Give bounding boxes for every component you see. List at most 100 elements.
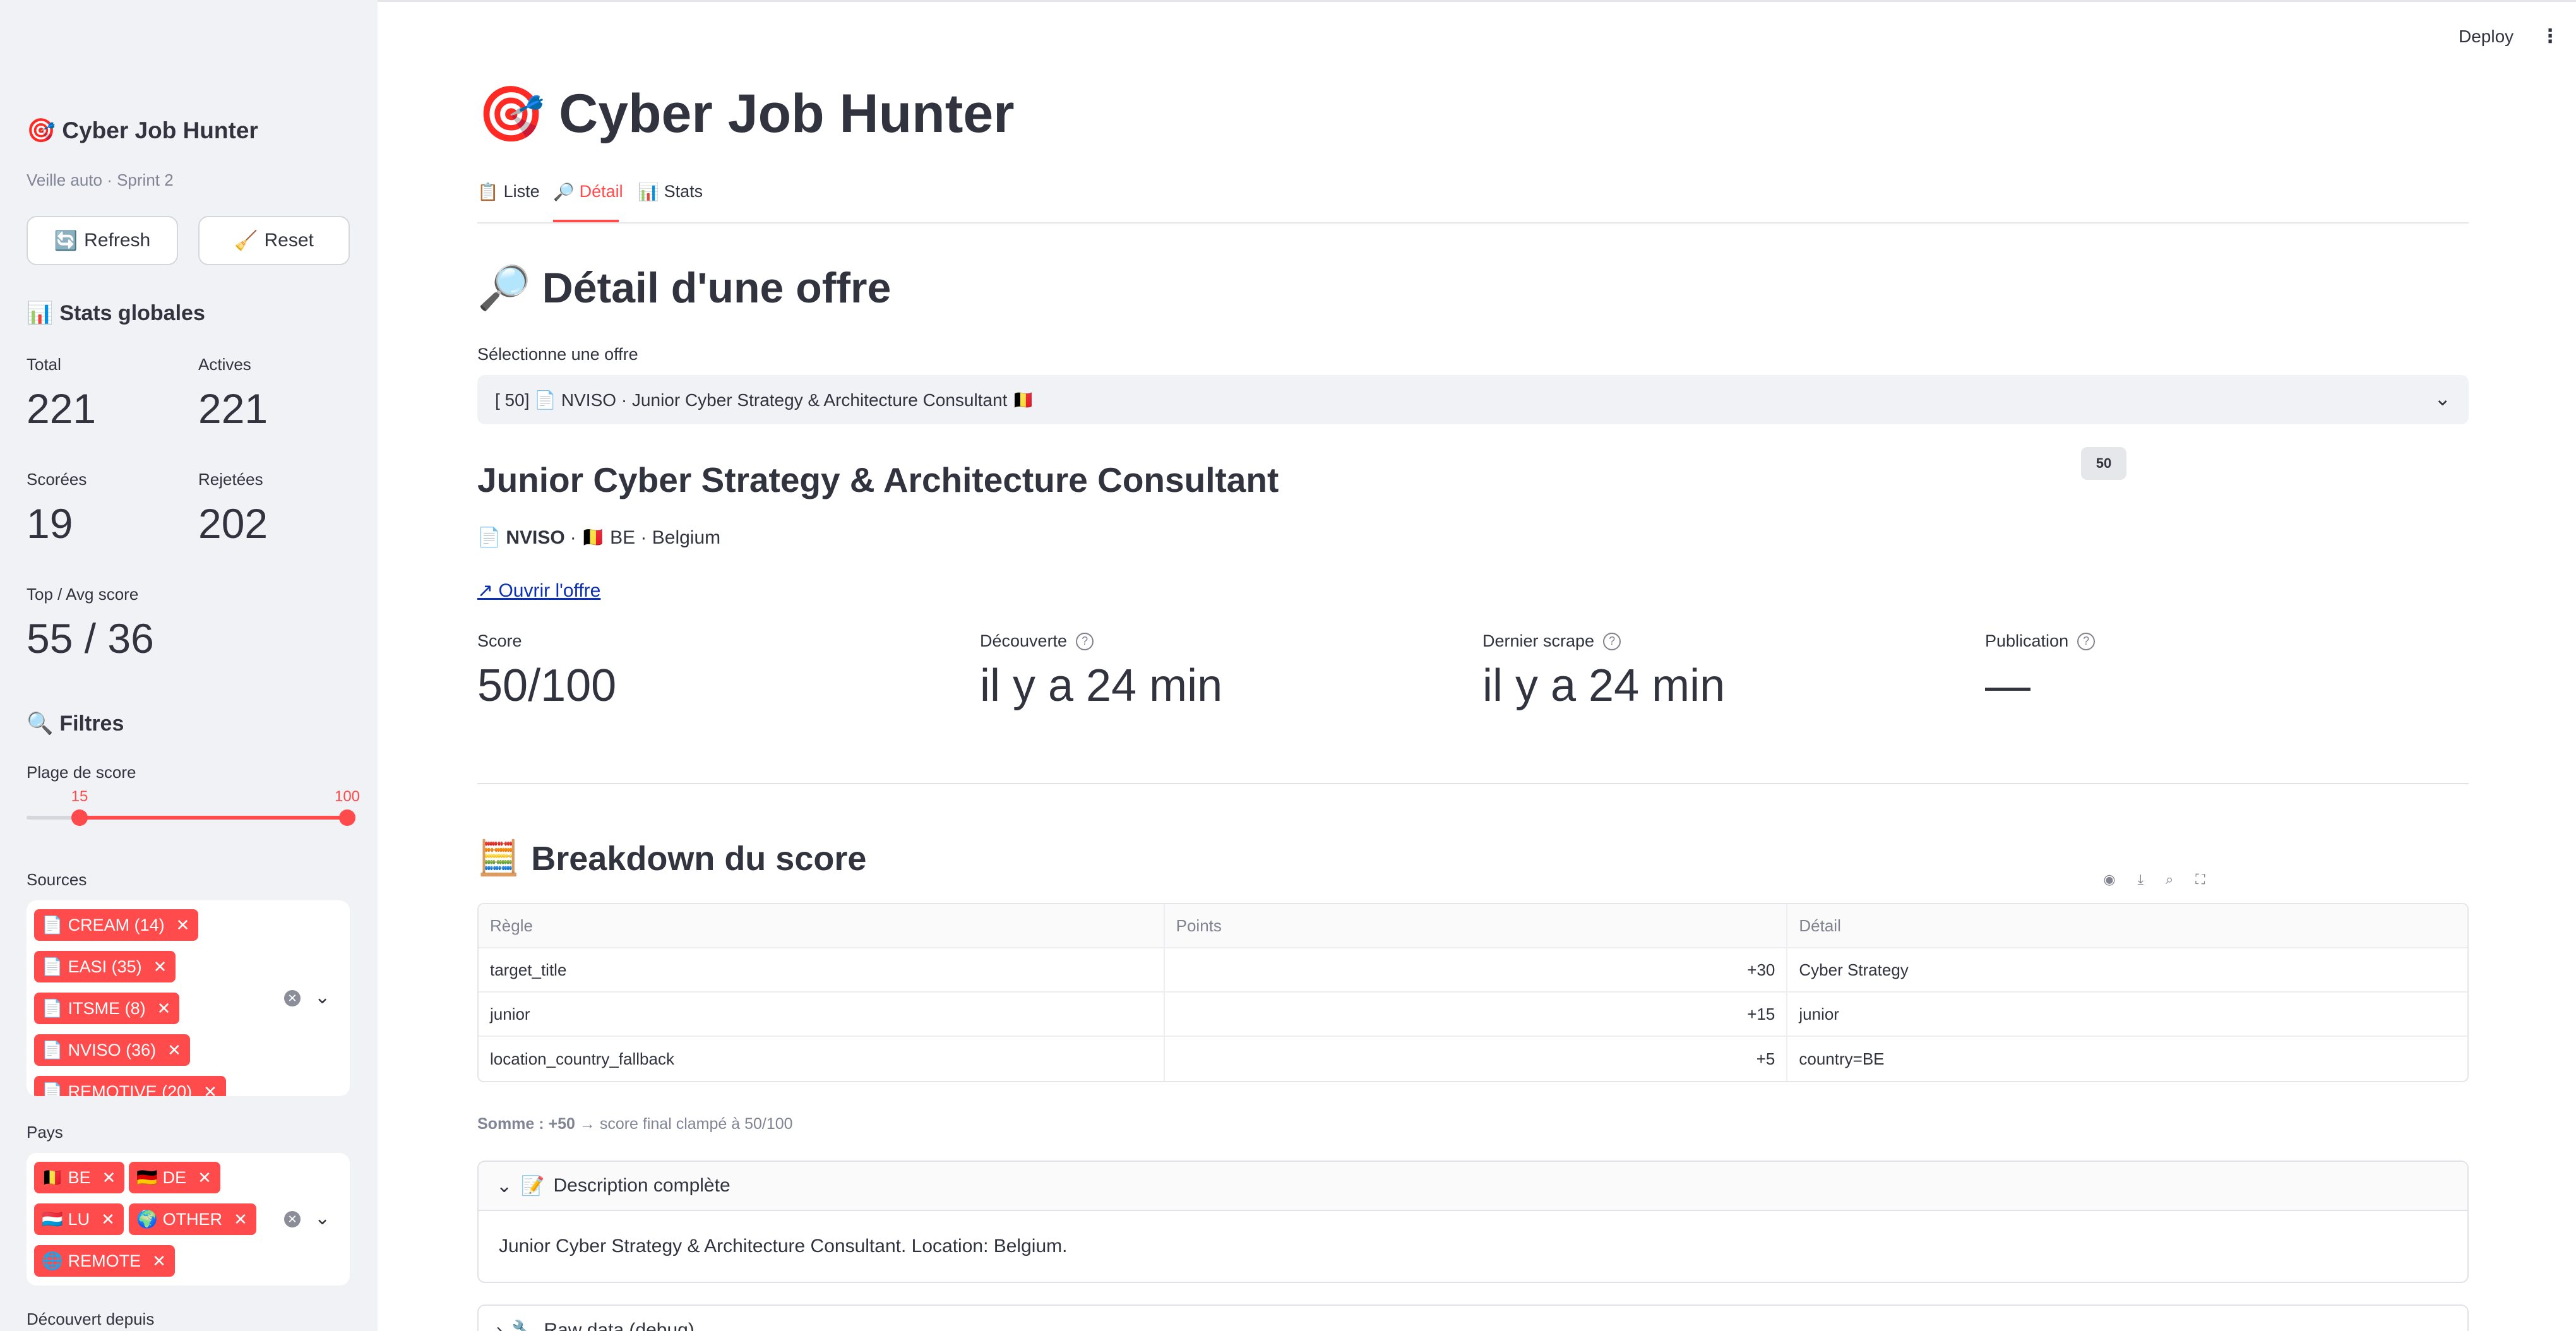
table-cell[interactable]: +5	[1165, 1037, 1788, 1081]
sidebar-app-title-text: Cyber Job Hunter	[62, 117, 258, 143]
tab-liste[interactable]: 📋 Liste	[477, 182, 540, 202]
chip-label: CREAM (14)	[68, 915, 165, 934]
sources-multiselect[interactable]: 📄 CREAM (14) ✕ 📄 EASI (35) ✕ 📄 ITSME (8) ✕ 📄 NV…	[27, 900, 350, 1096]
metric-score-label: Score	[477, 631, 522, 651]
chip-label: BE	[68, 1167, 91, 1187]
help-icon[interactable]: ?	[1076, 632, 1094, 650]
job-location: BE · Belgium	[610, 527, 721, 548]
target-icon: 🎯	[477, 84, 546, 145]
table-cell[interactable]: +15	[1165, 993, 1788, 1036]
clear-icon[interactable]: ✕	[284, 990, 301, 1006]
close-icon[interactable]: ✕	[167, 1041, 181, 1060]
pays-multiselect[interactable]: 🇧🇪 BE ✕ 🇩🇪 DE ✕ 🇱🇺 LU ✕ 🌍 OTHER ✕ 🌐 REMOTE ✕ ✕ ⌄	[27, 1153, 350, 1286]
score-range-high-handle[interactable]	[339, 809, 355, 826]
chip-country-other[interactable]: 🌍 OTHER ✕	[129, 1203, 256, 1235]
raw-data-expander-header[interactable]: › 🔧 Raw data (debug)	[479, 1306, 2467, 1331]
stats-heading: 📊 Stats globales	[27, 301, 205, 326]
description-expander-header[interactable]: ⌄ 📝 Description complète	[479, 1162, 2467, 1211]
chip-label: EASI (35)	[68, 957, 142, 976]
chevron-down-icon[interactable]: ⌄	[2434, 386, 2451, 410]
score-range-slider[interactable]	[27, 809, 355, 826]
table-cell[interactable]: target_title	[479, 948, 1165, 991]
flag-de-icon: 🇩🇪	[136, 1168, 158, 1187]
chip-country-remote[interactable]: 🌐 REMOTE ✕	[34, 1245, 175, 1277]
detail-heading: 🔎 Détail d'une offre	[477, 263, 891, 313]
raw-data-expander: › 🔧 Raw data (debug)	[477, 1304, 2469, 1331]
clear-icon[interactable]: ✕	[284, 1211, 301, 1227]
column-header-regle[interactable]: Règle	[479, 904, 1165, 947]
document-icon: 📄	[477, 527, 501, 548]
metric-decouverte-label: Découverte?	[980, 631, 1094, 651]
table-cell[interactable]: +30	[1165, 948, 1788, 991]
chip-label: OTHER	[162, 1209, 223, 1229]
breakdown-table: Règle Points Détail target_title +30 Cyb…	[477, 903, 2469, 1082]
metric-publication-label-text: Publication	[1985, 631, 2069, 650]
close-icon[interactable]: ✕	[234, 1210, 247, 1229]
score-badge: 50	[2081, 447, 2126, 480]
chip-source-cream[interactable]: 📄 CREAM (14) ✕	[34, 909, 199, 941]
download-icon[interactable]: ⤓	[2137, 871, 2144, 888]
close-icon[interactable]: ✕	[102, 1168, 116, 1188]
chip-country-be[interactable]: 🇧🇪 BE ✕	[34, 1162, 125, 1193]
chip-country-de[interactable]: 🇩🇪 DE ✕	[129, 1162, 220, 1193]
table-cell[interactable]: country=BE	[1787, 1037, 2467, 1081]
close-icon[interactable]: ✕	[101, 1210, 115, 1229]
deploy-button[interactable]: Deploy	[2459, 27, 2513, 47]
document-icon: 📄	[42, 957, 63, 976]
metric-rejetees-value: 202	[198, 500, 268, 547]
breakdown-heading-text: Breakdown du score	[531, 839, 867, 878]
close-icon[interactable]: ✕	[153, 957, 167, 977]
close-icon[interactable]: ✕	[176, 916, 190, 935]
chip-source-remotive[interactable]: 📄 REMOTIVE (20) ✕	[34, 1076, 226, 1096]
score-sum-bold: Somme : +50	[477, 1115, 575, 1133]
chevron-right-icon: ›	[496, 1320, 503, 1331]
metric-total-label: Total	[27, 355, 61, 374]
sidebar: 🎯 Cyber Job Hunter Veille auto · Sprint …	[0, 0, 378, 1331]
tab-bar: 📋 Liste 🔎 Détail 📊 Stats	[477, 182, 2469, 224]
sidebar-app-title: 🎯 Cyber Job Hunter	[27, 117, 258, 145]
flag-lu-icon: 🇱🇺	[42, 1210, 63, 1229]
table-cell[interactable]: Cyber Strategy	[1787, 948, 2467, 991]
description-text: Junior Cyber Strategy & Architecture Con…	[499, 1236, 1068, 1256]
close-icon[interactable]: ✕	[157, 999, 171, 1018]
globe-icon: 🌍	[136, 1210, 158, 1229]
offer-select[interactable]: [ 50] 📄 NVISO · Junior Cyber Strategy & …	[477, 375, 2469, 424]
open-offer-link[interactable]: ↗ Ouvrir l'offre	[477, 580, 600, 602]
fullscreen-icon[interactable]: ⛶	[2195, 871, 2205, 888]
table-cell[interactable]: location_country_fallback	[479, 1037, 1165, 1081]
close-icon[interactable]: ✕	[203, 1082, 217, 1097]
main-area: Deploy ⋮ 🎯 Cyber Job Hunter 📋 Liste 🔎 Dé…	[378, 0, 2576, 1331]
chip-country-lu[interactable]: 🇱🇺 LU ✕	[34, 1203, 124, 1235]
chip-source-nviso[interactable]: 📄 NVISO (36) ✕	[34, 1034, 190, 1066]
close-icon[interactable]: ✕	[152, 1251, 166, 1271]
column-header-detail[interactable]: Détail	[1787, 904, 2467, 947]
chevron-down-icon[interactable]: ⌄	[314, 986, 330, 1008]
chevron-down-icon[interactable]: ⌄	[314, 1207, 330, 1229]
flag-be-icon: 🇧🇪	[581, 527, 605, 548]
table-cell[interactable]: junior	[1787, 993, 2467, 1036]
tab-detail[interactable]: 🔎 Détail	[553, 182, 623, 202]
company-line: 📄 NVISO · 🇧🇪 BE · Belgium	[477, 527, 720, 549]
chip-source-easi[interactable]: 📄 EASI (35) ✕	[34, 951, 176, 982]
refresh-button[interactable]: 🔄 Refresh	[27, 216, 178, 265]
close-icon[interactable]: ✕	[198, 1168, 212, 1188]
metric-dernier-scrape-label-text: Dernier scrape	[1482, 631, 1595, 650]
help-icon[interactable]: ?	[1603, 632, 1621, 650]
detail-heading-text: Détail d'une offre	[542, 264, 891, 312]
table-header-row: Règle Points Détail	[479, 904, 2467, 948]
job-title: Junior Cyber Strategy & Architecture Con…	[477, 460, 1279, 499]
column-header-points[interactable]: Points	[1164, 904, 1788, 947]
table-cell[interactable]: junior	[479, 993, 1165, 1036]
search-icon[interactable]: ⌕	[2166, 871, 2173, 888]
metric-dernier-scrape-value: il y a 24 min	[1482, 660, 1726, 711]
chip-label: REMOTE	[68, 1251, 141, 1270]
kebab-menu-icon[interactable]: ⋮	[2541, 25, 2560, 47]
reset-button[interactable]: 🧹 Reset	[198, 216, 350, 265]
score-range-low-handle[interactable]	[71, 809, 88, 826]
page-title-text: Cyber Job Hunter	[559, 83, 1015, 144]
eye-icon[interactable]: ◉	[2103, 871, 2115, 888]
chip-source-itsme[interactable]: 📄 ITSME (8) ✕	[34, 993, 180, 1024]
help-icon[interactable]: ?	[2077, 632, 2096, 650]
score-sum-rest: → score final clampé à 50/100	[575, 1115, 793, 1133]
tab-stats[interactable]: 📊 Stats	[638, 182, 703, 202]
